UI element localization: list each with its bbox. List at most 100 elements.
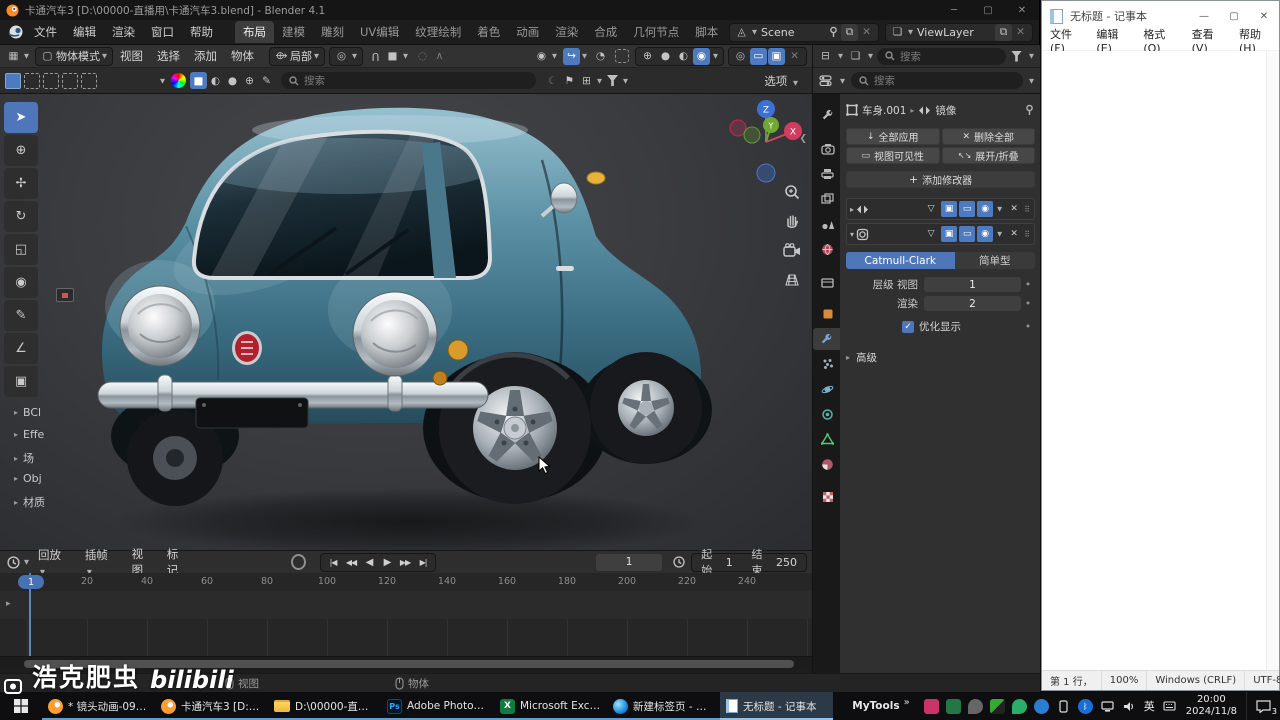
timeline-editor-icon[interactable] [5, 554, 22, 571]
world-tab-icon[interactable] [815, 238, 840, 260]
edit-mode-toggle-icon[interactable]: ▽ [923, 226, 939, 242]
subdiv-catmull-clark-option[interactable]: Catmull-Clark [846, 252, 955, 269]
xray-region-icon[interactable] [615, 49, 629, 63]
viewport-canvas[interactable]: ➤ ⊕ ✢ ↻ ◱ ◉ ✎ ∠ ▣ ▸ BCl ▸ Effe ▸ 场 ▸ Obj ▸ 材质 [0, 94, 812, 550]
timeline-channel-expand-icon[interactable]: ▸ [6, 599, 11, 609]
expand-collapse-button[interactable]: ↖↘ 展开/折叠 [941, 147, 1035, 164]
menu-render[interactable]: 渲染 [104, 22, 143, 42]
volume-icon[interactable] [1122, 699, 1137, 714]
zoom-icon[interactable] [782, 182, 802, 202]
optimal-display-label[interactable]: 优化显示 [919, 319, 961, 334]
material-tab-icon[interactable] [815, 453, 840, 475]
outliner-display-mode-icon[interactable]: ❏ [847, 48, 864, 65]
bookmark-icon[interactable]: ⚑ [561, 72, 578, 89]
xray-toggle-icon[interactable]: ✕ [786, 48, 803, 65]
object-tab-icon[interactable] [815, 303, 840, 325]
pan-hand-icon[interactable] [782, 210, 802, 230]
taskbar-clock[interactable]: 20:00 2024/11/8 [1186, 694, 1237, 719]
mic-icon[interactable] [1033, 698, 1049, 714]
tool-select-box[interactable]: ➤ [4, 102, 38, 133]
strip-filter-icon[interactable] [604, 72, 621, 89]
animate-dot-icon[interactable]: • [1021, 279, 1035, 291]
tray-overflow-chevron[interactable]: » [904, 697, 910, 708]
panel-toggle-field[interactable]: ▸ 场 [14, 450, 34, 466]
new-viewlayer-icon[interactable]: ⧉ [995, 23, 1012, 41]
tool-tab-icon[interactable] [815, 104, 840, 126]
workspace-tab-sculpting[interactable]: 雕刻 [313, 21, 352, 43]
pin-icon[interactable] [1024, 104, 1035, 116]
touch-keyboard-icon[interactable] [1162, 699, 1177, 714]
viewport-menu-view[interactable]: 视图 [113, 48, 150, 64]
gizmo-sphere-icon[interactable]: ◔ [592, 48, 609, 65]
viewport-toggle-icon[interactable]: ▭ [959, 201, 976, 217]
taskbar-item-folder[interactable]: D:\00000-直播用 [268, 692, 381, 720]
levels-render-field[interactable]: 2 [924, 296, 1021, 311]
tray-app-icon-1[interactable] [923, 698, 939, 714]
workspace-tab-modeling[interactable]: 建模 [274, 21, 313, 43]
drag-handle-icon[interactable]: ⠿ [1024, 230, 1031, 239]
mytools-label[interactable]: MyTools [852, 700, 899, 712]
timeline-ruler[interactable]: 20 40 60 80 100 120 140 160 180 200 220 … [0, 573, 812, 591]
texture-tab-icon[interactable] [815, 486, 840, 508]
select-mode-subtract-icon[interactable] [43, 72, 59, 89]
panel-toggle-bcl[interactable]: ▸ BCl [14, 406, 41, 419]
menu-window[interactable]: 窗口 [143, 22, 182, 42]
data-tab-icon[interactable] [815, 428, 840, 450]
workspace-tab-shading[interactable]: 着色 [469, 21, 508, 43]
preview-sphere-icon[interactable]: ◐ [207, 72, 224, 89]
snap-magnet-icon[interactable]: U [367, 48, 384, 65]
action-center-button[interactable]: 3 [1246, 692, 1280, 720]
add-modifier-button[interactable]: + 添加修改器 [846, 171, 1035, 188]
render-tab-icon[interactable] [815, 138, 840, 160]
frame-range-clock-icon[interactable] [670, 554, 687, 571]
viewlayer-selector[interactable]: ❏ ▼ ViewLayer ⧉ ✕ [885, 22, 1033, 42]
select-mode-invert-icon[interactable] [62, 72, 78, 89]
properties-search-input[interactable]: 搜索 [851, 72, 1023, 89]
overlay-toggle-icon[interactable]: ▣ [768, 47, 785, 65]
subsurf-modifier-row[interactable]: ▾ ▽ ▣ ▭ ◉ ▼ ✕ ⠿ [846, 223, 1035, 245]
autokey-record-button[interactable] [290, 554, 307, 570]
snap-target[interactable]: ◎ ▼ [329, 46, 363, 66]
scene-selector[interactable]: ◬ ▼ Scene ⧉ ✕ [729, 22, 879, 42]
expand-icon[interactable]: ▸ [850, 205, 854, 214]
menu-file[interactable]: 文件 [26, 22, 65, 42]
mode-selector[interactable]: ▢ 物体模式 ▼ [35, 46, 113, 66]
jump-end-button[interactable]: ▶| [414, 554, 432, 570]
tool-scale[interactable]: ◱ [4, 234, 38, 265]
camera-view-icon[interactable] [782, 240, 802, 260]
taskbar-item-blender-1[interactable]: * 镜头动画-09(液... [42, 692, 155, 720]
pin-icon[interactable] [828, 26, 839, 38]
active-gizmo-icon[interactable]: ↪ [563, 47, 580, 65]
cage-toggle-icon[interactable]: ▣ [941, 201, 958, 217]
shading-solid-icon[interactable]: ● [657, 48, 674, 65]
blender-menu-logo-icon[interactable] [6, 25, 26, 39]
hierarchy-icon[interactable]: ⊞ [578, 72, 595, 89]
workspace-tab-texturepaint[interactable]: 纹理绘制 [407, 21, 469, 43]
cage-toggle-icon[interactable]: ▣ [941, 226, 958, 242]
tool-move[interactable]: ✢ [4, 168, 38, 199]
physics-tab-icon[interactable] [815, 378, 840, 400]
tray-chat-icon[interactable] [967, 698, 983, 714]
workspace-tab-layout[interactable]: 布局 [235, 21, 274, 43]
modifier-tab-icon[interactable] [813, 328, 840, 350]
workspace-tab-uv[interactable]: UV编辑 [352, 21, 407, 43]
navigation-gizmo[interactable]: Z Y X [722, 96, 810, 184]
panel-toggle-effe[interactable]: ▸ Effe [14, 428, 44, 441]
menu-edit[interactable]: 编辑 [65, 22, 104, 42]
shading-material-icon[interactable]: ◐ [675, 48, 692, 65]
animate-dot-icon[interactable]: • [1021, 321, 1035, 333]
viewport-visibility-button[interactable]: ▭ 视图可见性 [846, 147, 940, 164]
select-mode-set-icon[interactable] [5, 72, 21, 89]
constraints-tab-icon[interactable] [815, 403, 840, 425]
next-keyframe-button[interactable]: ▶▶ [396, 554, 414, 570]
menu-help[interactable]: 帮助 [182, 22, 221, 42]
tool-options-dropdown[interactable]: 选项 ▼ [757, 73, 807, 89]
remove-modifier-icon[interactable]: ✕ [1006, 226, 1022, 242]
scene-tab-icon[interactable] [815, 213, 840, 235]
preview-world-icon[interactable]: ⊕ [241, 72, 258, 89]
notepad-text-area[interactable] [1042, 51, 1279, 670]
optimal-display-checkbox[interactable]: ✓ [902, 320, 914, 333]
workspace-tab-animation[interactable]: 动画 [508, 21, 547, 43]
taskbar-item-blender-2[interactable]: 卡通汽车3 [D:\000... [155, 692, 268, 720]
overlays-icon[interactable]: ◎ [732, 48, 749, 65]
